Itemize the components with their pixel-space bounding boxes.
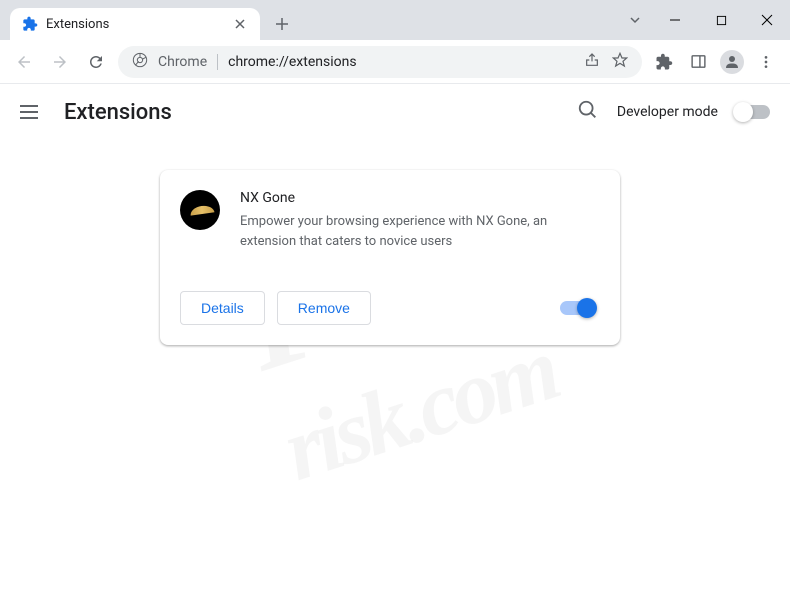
remove-button[interactable]: Remove [277, 291, 371, 325]
chrome-logo-icon [132, 52, 148, 72]
omnibox-scheme: Chrome [158, 54, 207, 70]
share-icon[interactable] [584, 52, 600, 72]
extension-description: Empower your browsing experience with NX… [240, 212, 600, 251]
window-controls [618, 0, 790, 40]
browser-toolbar: Chrome chrome://extensions [0, 40, 790, 84]
menu-dots-icon[interactable] [752, 48, 780, 76]
window-titlebar: Extensions [0, 0, 790, 40]
puzzle-piece-icon [22, 16, 38, 32]
close-icon[interactable] [232, 16, 248, 32]
address-bar[interactable]: Chrome chrome://extensions [118, 46, 642, 78]
extensions-list: NX Gone Empower your browsing experience… [0, 140, 790, 345]
browser-tab[interactable]: Extensions [10, 8, 260, 40]
chevron-down-icon[interactable] [618, 14, 652, 26]
extension-icon [180, 190, 220, 230]
details-button[interactable]: Details [180, 291, 265, 325]
page-header: Extensions Developer mode [0, 84, 790, 140]
page-title: Extensions [64, 100, 172, 125]
extensions-icon[interactable] [650, 48, 678, 76]
new-tab-button[interactable] [268, 10, 296, 38]
header-right: Developer mode [577, 99, 770, 125]
omnibox-divider [217, 54, 218, 70]
hamburger-menu-icon[interactable] [20, 100, 44, 124]
maximize-button[interactable] [698, 0, 744, 40]
developer-mode-toggle[interactable] [736, 105, 770, 119]
extension-card-bottom: Details Remove [180, 291, 600, 325]
extension-name: NX Gone [240, 190, 600, 206]
omnibox-actions [584, 52, 628, 72]
toolbar-icons [650, 48, 780, 76]
extension-enable-toggle[interactable] [560, 301, 594, 315]
bookmark-icon[interactable] [612, 52, 628, 72]
tab-title: Extensions [46, 17, 224, 32]
close-window-button[interactable] [744, 0, 790, 40]
search-icon[interactable] [577, 99, 599, 125]
forward-button[interactable] [46, 48, 74, 76]
profile-icon[interactable] [718, 48, 746, 76]
extension-card-top: NX Gone Empower your browsing experience… [180, 190, 600, 251]
sidepanel-icon[interactable] [684, 48, 712, 76]
minimize-button[interactable] [652, 0, 698, 40]
omnibox-url: chrome://extensions [228, 54, 356, 70]
extension-card: NX Gone Empower your browsing experience… [160, 170, 620, 345]
developer-mode-label: Developer mode [617, 104, 718, 120]
back-button[interactable] [10, 48, 38, 76]
reload-button[interactable] [82, 48, 110, 76]
extension-info: NX Gone Empower your browsing experience… [240, 190, 600, 251]
